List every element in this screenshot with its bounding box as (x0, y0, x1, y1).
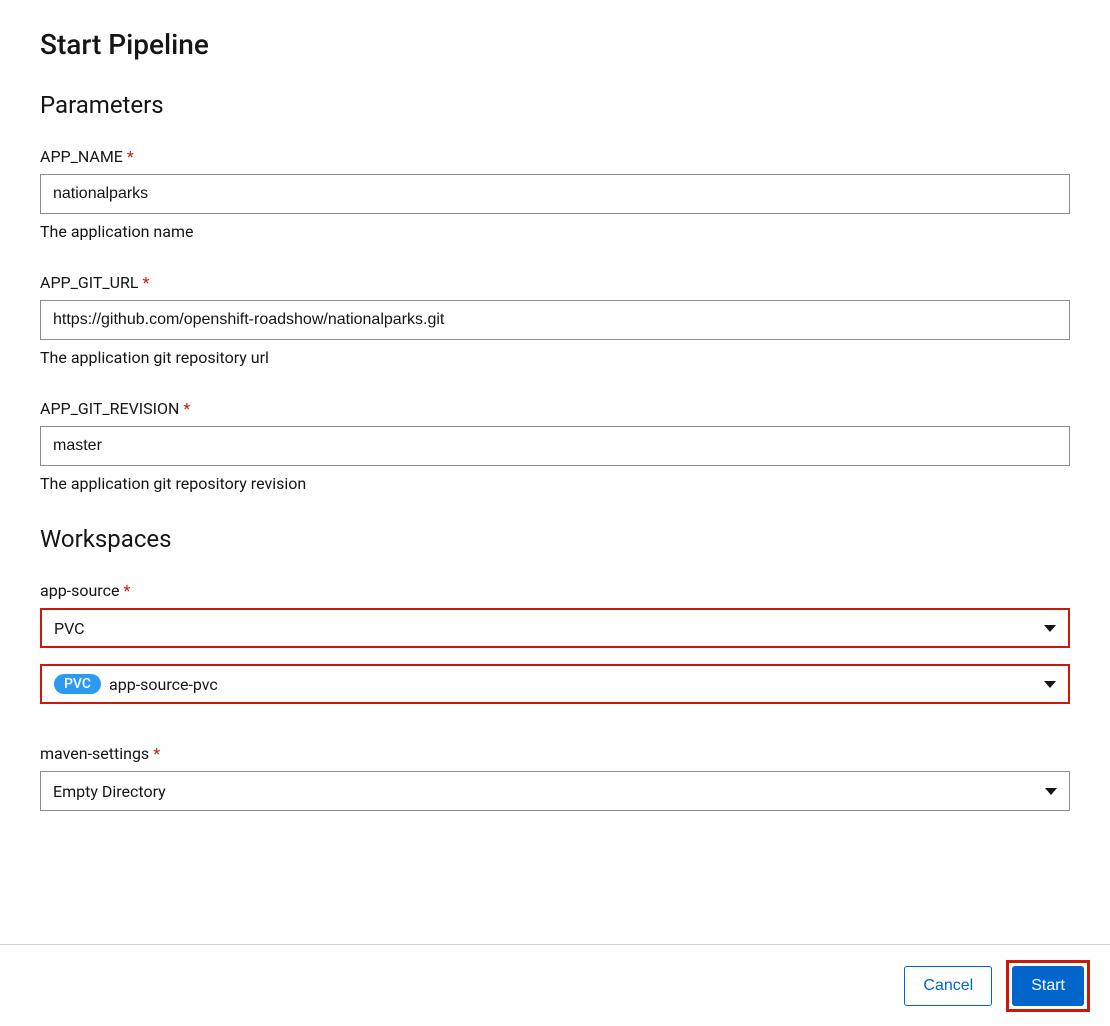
start-button[interactable]: Start (1012, 966, 1084, 1006)
required-mark: * (127, 147, 134, 166)
app-git-revision-help: The application git repository revision (40, 474, 1070, 493)
app-name-group: APP_NAME* The application name (40, 147, 1070, 241)
app-name-help: The application name (40, 222, 1070, 241)
caret-down-icon (1045, 788, 1057, 795)
pvc-badge: PVC (54, 674, 101, 694)
app-source-pvc-name: app-source-pvc (109, 675, 218, 694)
caret-down-icon (1044, 681, 1056, 688)
maven-settings-group: maven-settings* Empty Directory (40, 744, 1070, 811)
parameters-section-title: Parameters (40, 91, 1070, 119)
workspaces-section-title: Workspaces (40, 525, 1070, 553)
app-git-url-group: APP_GIT_URL* The application git reposit… (40, 273, 1070, 367)
app-source-label: app-source* (40, 581, 1070, 600)
maven-settings-dropdown[interactable]: Empty Directory (40, 771, 1070, 811)
app-git-revision-label: APP_GIT_REVISION* (40, 399, 1070, 418)
app-name-label-text: APP_NAME (40, 147, 123, 166)
maven-settings-value: Empty Directory (53, 782, 166, 801)
page-title: Start Pipeline (40, 28, 1070, 61)
app-git-url-input[interactable] (40, 300, 1070, 340)
app-git-url-help: The application git repository url (40, 348, 1070, 367)
app-git-revision-input[interactable] (40, 426, 1070, 466)
app-name-label: APP_NAME* (40, 147, 1070, 166)
maven-settings-label: maven-settings* (40, 744, 1070, 763)
required-mark: * (183, 399, 190, 418)
app-git-url-label: APP_GIT_URL* (40, 273, 1070, 292)
required-mark: * (142, 273, 149, 292)
app-source-type-dropdown[interactable]: PVC (40, 608, 1070, 648)
app-source-pvc-dropdown[interactable]: PVC app-source-pvc (40, 664, 1070, 704)
required-mark: * (123, 581, 130, 600)
app-name-input[interactable] (40, 174, 1070, 214)
app-source-group: app-source* PVC PVC app-source-pvc (40, 581, 1070, 704)
app-source-type-value: PVC (54, 619, 85, 638)
caret-down-icon (1044, 625, 1056, 632)
app-source-label-text: app-source (40, 581, 119, 600)
required-mark: * (153, 744, 160, 763)
maven-settings-label-text: maven-settings (40, 744, 149, 763)
app-git-revision-group: APP_GIT_REVISION* The application git re… (40, 399, 1070, 493)
cancel-button[interactable]: Cancel (904, 966, 992, 1006)
start-button-highlight: Start (1006, 960, 1090, 1012)
footer: Cancel Start (0, 944, 1110, 1026)
app-git-url-label-text: APP_GIT_URL (40, 273, 138, 292)
app-git-revision-label-text: APP_GIT_REVISION (40, 399, 179, 418)
